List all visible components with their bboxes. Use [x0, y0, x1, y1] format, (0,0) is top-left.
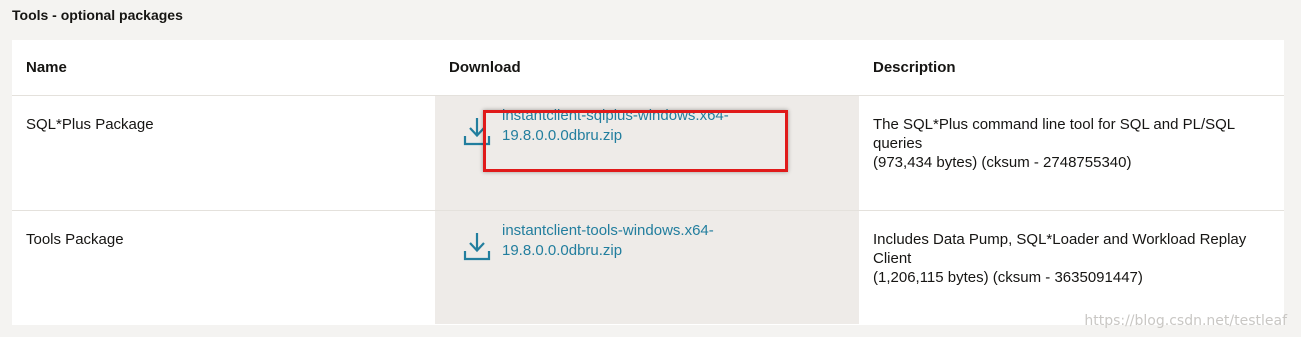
download-icon[interactable] — [463, 231, 491, 261]
description-size: (1,206,115 bytes) (cksum - 3635091447) — [873, 268, 1143, 286]
header-description: Description — [859, 40, 1284, 96]
description-size: (973,434 bytes) (cksum - 2748755340) — [873, 153, 1132, 171]
header-name: Name — [12, 40, 435, 96]
download-cell: instantclient-sqlplus-windows.x64- 19.8.… — [435, 95, 859, 211]
section-title: Tools - optional packages — [12, 7, 183, 23]
download-link-tools[interactable]: instantclient-tools-windows.x64- 19.8.0.… — [502, 221, 752, 261]
package-description: Includes Data Pump, SQL*Loader and Workl… — [859, 210, 1284, 324]
download-link-line1: instantclient-tools-windows.x64- — [502, 221, 714, 239]
download-cell: instantclient-tools-windows.x64- 19.8.0.… — [435, 210, 859, 324]
package-description: The SQL*Plus command line tool for SQL a… — [859, 95, 1284, 211]
description-line: Client — [873, 249, 912, 267]
description-line: queries — [873, 134, 923, 152]
description-line: The SQL*Plus command line tool for SQL a… — [873, 115, 1236, 133]
download-icon[interactable] — [463, 116, 491, 146]
table-header-row: Name Download Description — [12, 40, 1284, 96]
description-line: Includes Data Pump, SQL*Loader and Workl… — [873, 230, 1247, 248]
download-link-line2: 19.8.0.0.0dbru.zip — [502, 241, 623, 259]
download-link-line2: 19.8.0.0.0dbru.zip — [502, 126, 623, 144]
table-row: SQL*Plus Package instantclient-sqlplus-w… — [12, 95, 1284, 211]
package-name: Tools Package — [26, 230, 124, 248]
download-link-sqlplus[interactable]: instantclient-sqlplus-windows.x64- 19.8.… — [502, 106, 752, 146]
package-name: SQL*Plus Package — [12, 95, 435, 211]
watermark: https://blog.csdn.net/testleaf — [1084, 313, 1287, 329]
table-row: Tools Package instantclient-tools-window… — [12, 210, 1284, 324]
header-download: Download — [435, 40, 859, 96]
packages-table: Name Download Description SQL*Plus Packa… — [12, 40, 1284, 325]
download-link-line1: instantclient-sqlplus-windows.x64- — [502, 106, 729, 124]
